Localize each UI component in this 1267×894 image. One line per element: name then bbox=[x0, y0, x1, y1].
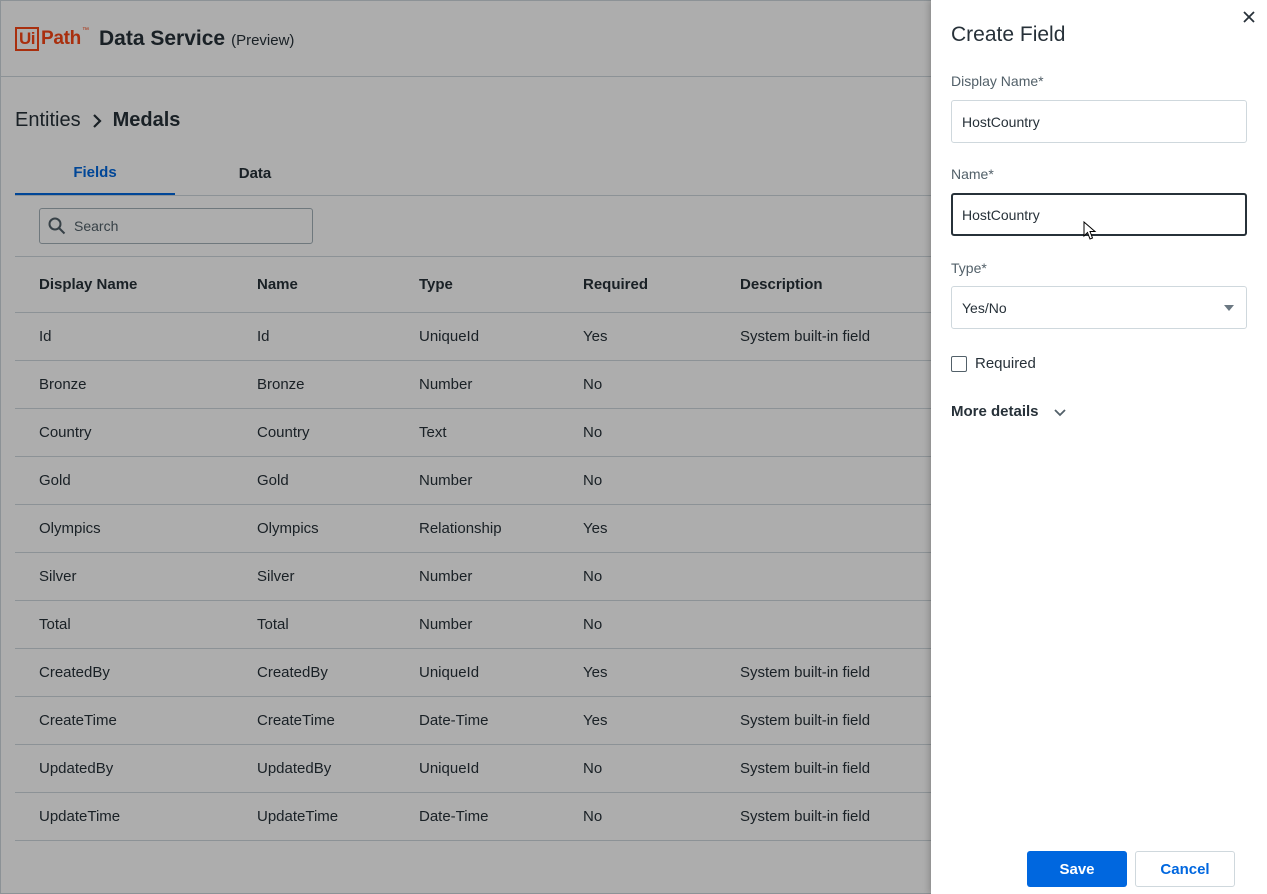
mouse-cursor-icon bbox=[1083, 221, 1097, 240]
create-field-panel: Create Field Display Name* Name* Type* Y… bbox=[931, 0, 1267, 894]
type-select-value: Yes/No bbox=[962, 299, 1007, 316]
display-name-input[interactable] bbox=[951, 100, 1247, 143]
chevron-down-icon bbox=[1053, 409, 1066, 417]
more-details-toggle[interactable]: More details bbox=[951, 402, 1067, 420]
name-label: Name* bbox=[951, 166, 994, 182]
name-input[interactable] bbox=[951, 193, 1247, 236]
required-checkbox[interactable] bbox=[951, 355, 967, 372]
type-label: Type* bbox=[951, 260, 987, 276]
cancel-button[interactable]: Cancel bbox=[1135, 851, 1235, 887]
required-checkbox-label: Required bbox=[975, 355, 1036, 372]
panel-title: Create Field bbox=[951, 23, 1066, 46]
more-details-label: More details bbox=[951, 402, 1039, 420]
close-icon[interactable] bbox=[1241, 9, 1257, 25]
dropdown-arrow-icon bbox=[1224, 305, 1234, 311]
display-name-label: Display Name* bbox=[951, 73, 1044, 89]
save-button[interactable]: Save bbox=[1027, 851, 1127, 887]
required-checkbox-row[interactable]: Required bbox=[951, 355, 1036, 372]
type-select[interactable]: Yes/No bbox=[951, 286, 1247, 329]
